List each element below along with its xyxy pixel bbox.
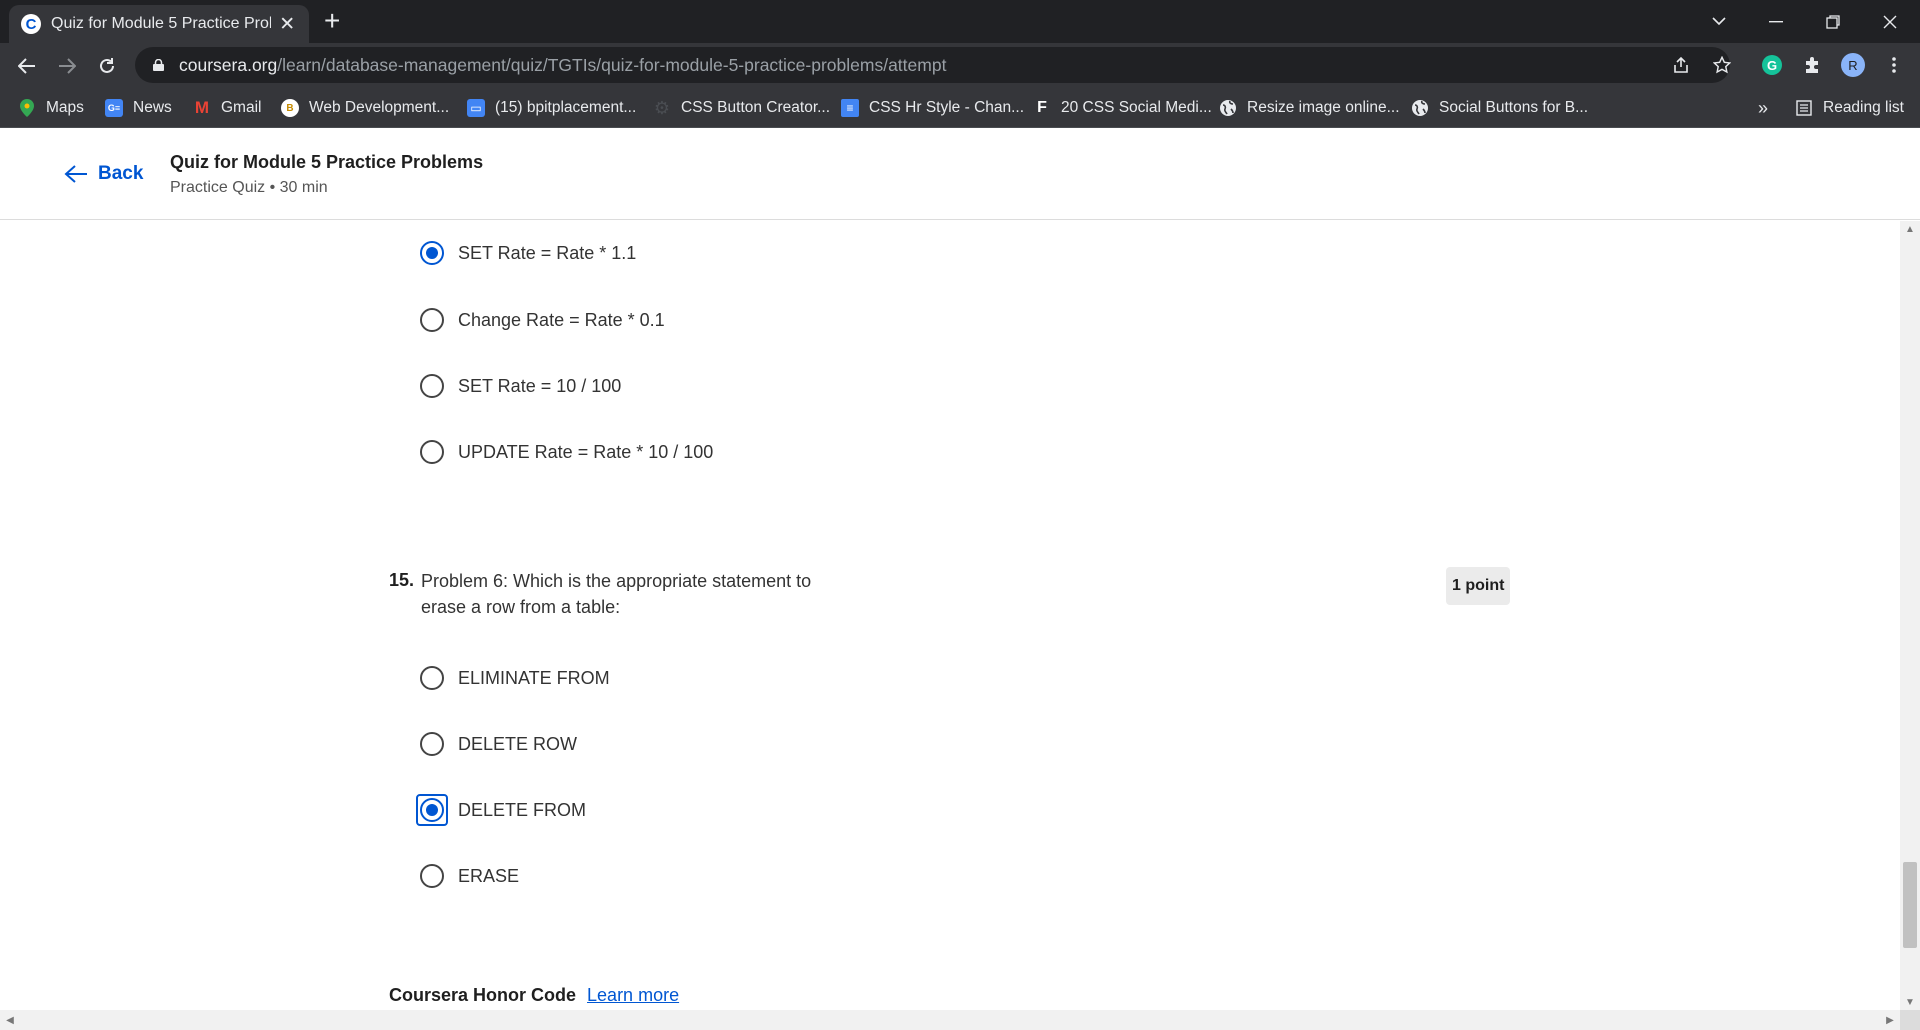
back-arrow-icon[interactable]: [12, 51, 42, 81]
maps-pin-icon: [18, 99, 36, 117]
restore-icon[interactable]: [1805, 0, 1861, 43]
option-row[interactable]: ERASE: [420, 861, 519, 891]
scrollbar-thumb[interactable]: [1903, 862, 1917, 948]
bookmark-css-hr-style[interactable]: ≡ CSS Hr Style - Chan...: [841, 88, 1024, 128]
honor-code-title: Coursera Honor Code: [389, 985, 577, 1005]
coursera-favicon-icon: C: [21, 14, 41, 34]
tab-close-icon[interactable]: ✕: [277, 13, 297, 36]
radio-button-selected[interactable]: [420, 798, 444, 822]
option-label: SET Rate = 10 / 100: [458, 375, 622, 396]
close-window-icon[interactable]: [1862, 0, 1918, 43]
quiz-content: SET Rate = Rate * 1.1 Change Rate = Rate…: [0, 221, 1900, 1010]
horizontal-scrollbar[interactable]: ◀ ▶: [0, 1010, 1900, 1030]
web-dev-icon: B: [281, 99, 299, 117]
browser-tab-strip: C Quiz for Module 5 Practice Problé ✕ +: [0, 0, 1920, 43]
bookmark-web-development[interactable]: B Web Development...: [281, 88, 449, 128]
extensions-puzzle-icon[interactable]: [1798, 51, 1826, 79]
radio-button[interactable]: [420, 440, 444, 464]
doc-icon: ≡: [841, 99, 859, 117]
reading-list-icon: [1795, 99, 1813, 117]
option-row[interactable]: DELETE FROM: [416, 794, 587, 826]
bookmark-css-button-creator[interactable]: ⚙ CSS Button Creator...: [653, 88, 830, 128]
bookmark-social-buttons[interactable]: Social Buttons for B...: [1411, 88, 1588, 128]
question-text: Problem 6: Which is the appropriate stat…: [421, 571, 812, 617]
scroll-right-arrow-icon[interactable]: ▶: [1880, 1012, 1900, 1028]
grammarly-icon[interactable]: G: [1758, 51, 1786, 79]
quiz-header: Back Quiz for Module 5 Practice Problems…: [0, 128, 1920, 220]
points-badge: 1 point: [1446, 567, 1511, 605]
bookmark-gmail[interactable]: M Gmail: [193, 88, 262, 128]
f-logo-icon: F: [1037, 99, 1047, 116]
option-row[interactable]: ELIMINATE FROM: [420, 663, 610, 693]
url-text: coursera.org/learn/database-management/q…: [179, 54, 947, 75]
honor-code: Coursera Honor Code Learn more: [389, 985, 679, 1006]
bookmarks-overflow-button[interactable]: »: [1758, 88, 1768, 128]
learn-more-link[interactable]: Learn more: [587, 985, 679, 1006]
tab-search-icon[interactable]: [1691, 0, 1747, 43]
vertical-scrollbar[interactable]: ▲ ▼: [1900, 221, 1920, 1010]
option-label: DELETE ROW: [458, 733, 578, 754]
globe-icon: [1411, 99, 1429, 117]
bookmark-maps[interactable]: Maps: [18, 88, 84, 128]
arrow-left-icon: [64, 165, 87, 183]
radio-button[interactable]: [420, 732, 444, 756]
radio-button[interactable]: [420, 308, 444, 332]
scroll-down-arrow-icon[interactable]: ▼: [1900, 994, 1920, 1010]
bookmark-bpitplacement[interactable]: ▭ (15) bpitplacement...: [467, 88, 636, 128]
scroll-up-arrow-icon[interactable]: ▲: [1900, 221, 1920, 237]
page-subtitle: Practice Quiz • 30 min: [170, 179, 328, 196]
kebab-menu-icon[interactable]: [1880, 51, 1908, 79]
radio-button[interactable]: [420, 666, 444, 690]
chat-icon: ▭: [467, 99, 485, 117]
radio-button[interactable]: [420, 864, 444, 888]
option-label: Change Rate = Rate * 0.1: [458, 309, 665, 330]
share-icon[interactable]: [1667, 51, 1695, 79]
forward-arrow-icon[interactable]: [52, 51, 82, 81]
address-bar[interactable]: coursera.org/learn/database-management/q…: [135, 47, 1730, 83]
option-row[interactable]: SET Rate = Rate * 1.1: [420, 238, 636, 268]
tab-title: Quiz for Module 5 Practice Problé: [51, 15, 272, 32]
gmail-icon: M: [194, 98, 210, 117]
question-number: 15.: [389, 570, 415, 590]
option-label: DELETE FROM: [458, 799, 587, 820]
option-row[interactable]: UPDATE Rate = Rate * 10 / 100: [420, 437, 713, 467]
bookmark-star-icon[interactable]: [1708, 51, 1736, 79]
radio-button-selected[interactable]: [420, 241, 444, 265]
scrollbar-corner: [1900, 1010, 1920, 1030]
option-label: ELIMINATE FROM: [458, 667, 610, 688]
bookmark-news[interactable]: G≡ News: [105, 88, 172, 128]
option-label: UPDATE Rate = Rate * 10 / 100: [458, 441, 714, 462]
option-label: SET Rate = Rate * 1.1: [458, 242, 637, 263]
page-title: Quiz for Module 5 Practice Problems: [170, 152, 484, 172]
new-tab-icon[interactable]: +: [324, 7, 340, 35]
bookmark-20-css-social[interactable]: F 20 CSS Social Medi...: [1033, 88, 1212, 128]
lock-icon: [153, 59, 164, 71]
scroll-left-arrow-icon[interactable]: ◀: [0, 1012, 20, 1028]
option-label: ERASE: [458, 865, 520, 886]
reload-icon[interactable]: [92, 51, 122, 81]
back-button[interactable]: Back: [64, 163, 143, 185]
reading-list-button[interactable]: Reading list: [1795, 88, 1904, 128]
option-row[interactable]: DELETE ROW: [420, 729, 577, 759]
option-row[interactable]: SET Rate = 10 / 100: [420, 371, 621, 401]
bookmarks-bar: Maps G≡ News M Gmail B Web Development..…: [0, 88, 1920, 128]
browser-tab-active[interactable]: C Quiz for Module 5 Practice Problé ✕: [9, 5, 309, 43]
globe-icon: [1219, 99, 1237, 117]
bookmark-resize-image[interactable]: Resize image online...: [1219, 88, 1400, 128]
minimize-icon[interactable]: [1748, 0, 1804, 43]
radio-button[interactable]: [420, 374, 444, 398]
gear-icon: ⚙: [653, 97, 671, 118]
profile-avatar[interactable]: R: [1839, 51, 1867, 79]
option-row[interactable]: Change Rate = Rate * 0.1: [420, 305, 665, 335]
google-news-icon: G≡: [105, 99, 123, 117]
browser-toolbar: coursera.org/learn/database-management/q…: [0, 43, 1920, 88]
